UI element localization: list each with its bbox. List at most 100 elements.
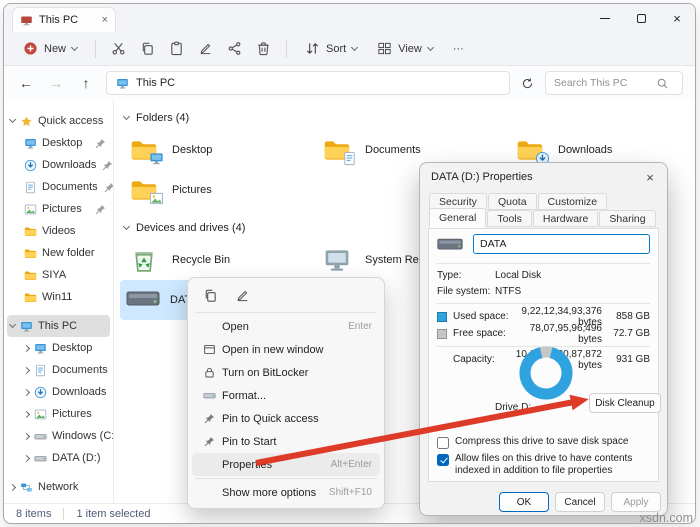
menu-item-pin-to-start[interactable]: Pin to Start: [192, 430, 380, 453]
sidebar-item-downloads[interactable]: Downloads: [7, 154, 110, 176]
folder-icon: [24, 247, 37, 260]
tile-label: Downloads: [558, 144, 612, 156]
close-button[interactable]: ×: [659, 4, 695, 32]
tab-quota[interactable]: Quota: [488, 193, 537, 210]
menu-item-pin-to-quick-access[interactable]: Pin to Quick access: [192, 407, 380, 430]
compress-checkbox-row: Compress this drive to save disk space: [437, 436, 652, 449]
copy-button[interactable]: [134, 36, 161, 62]
sidebar-item-this-pc[interactable]: This PC: [7, 315, 110, 337]
address-bar[interactable]: This PC: [106, 71, 510, 95]
downloads-icon: [34, 386, 47, 399]
sidebar-item-data-d[interactable]: DATA (D:): [7, 447, 110, 469]
device-tile-recycle-bin[interactable]: Recycle Bin: [120, 240, 313, 280]
disk-cleanup-button[interactable]: Disk Cleanup: [589, 393, 661, 413]
sidebar-item-new-folder[interactable]: New folder: [7, 242, 110, 264]
menu-item-turn-on-bitlocker[interactable]: Turn on BitLocker: [192, 361, 380, 384]
menu-item-format[interactable]: Format...: [192, 384, 380, 407]
section-header-folders[interactable]: Folders (4): [124, 112, 695, 124]
folder-tile-desktop[interactable]: Desktop: [120, 130, 313, 170]
sidebar-item-pc-documents[interactable]: Documents: [7, 359, 110, 381]
navigation-bar: ← → ↑ This PC: [4, 66, 695, 100]
sidebar-item-network[interactable]: Network: [7, 476, 110, 498]
sidebar-item-pictures[interactable]: Pictures: [7, 198, 110, 220]
menu-item-open-new-window[interactable]: Open in new window: [192, 338, 380, 361]
sidebar-item-videos[interactable]: Videos: [7, 220, 110, 242]
sort-button[interactable]: Sort: [296, 36, 366, 62]
delete-button[interactable]: [250, 36, 277, 62]
maximize-button[interactable]: [623, 4, 659, 32]
refresh-button[interactable]: [520, 70, 535, 96]
divider: [7, 469, 110, 476]
folder-icon: [24, 291, 37, 304]
rename-icon: [235, 288, 250, 303]
forward-button[interactable]: →: [46, 75, 66, 91]
back-button[interactable]: ←: [16, 75, 36, 91]
sidebar-item-pc-pictures[interactable]: Pictures: [7, 403, 110, 425]
sort-button-label: Sort: [326, 43, 346, 55]
paste-button[interactable]: [163, 36, 190, 62]
rename-button[interactable]: [228, 283, 256, 307]
type-row: Type: Local Disk: [437, 269, 650, 282]
dialog-titlebar: DATA (D:) Properties ×: [420, 163, 667, 191]
network-icon: [20, 481, 33, 494]
minimize-button[interactable]: [587, 4, 623, 32]
tab-hardware[interactable]: Hardware: [533, 210, 599, 227]
divider: [63, 508, 64, 520]
sidebar-item-pc-desktop[interactable]: Desktop: [7, 337, 110, 359]
sidebar-item-label: Documents: [42, 181, 98, 193]
menu-item-shortcut: Enter: [348, 321, 372, 332]
volume-label-input[interactable]: [473, 234, 650, 254]
more-options-button[interactable]: ···: [444, 36, 473, 62]
tile-label: Pictures: [172, 184, 212, 196]
tab-close-icon[interactable]: ×: [102, 14, 108, 26]
view-button[interactable]: View: [368, 36, 442, 62]
address-location: This PC: [136, 77, 175, 89]
cancel-button[interactable]: Cancel: [555, 492, 605, 512]
chevron-down-icon: [9, 116, 16, 123]
free-space-size: 72.7 GB: [602, 328, 650, 339]
copy-button[interactable]: [196, 283, 224, 307]
menu-item-properties[interactable]: Properties Alt+Enter: [192, 453, 380, 476]
dialog-close-button[interactable]: ×: [633, 163, 667, 191]
tab-general[interactable]: General: [429, 208, 486, 228]
cut-button[interactable]: [105, 36, 132, 62]
used-space-swatch: [437, 312, 447, 322]
sidebar-item-siya[interactable]: SIYA: [7, 264, 110, 286]
pin-icon: [196, 435, 222, 448]
ok-button[interactable]: OK: [499, 492, 549, 512]
menu-item-open[interactable]: Open Enter: [192, 315, 380, 338]
tab-tools[interactable]: Tools: [487, 210, 532, 227]
drive-letter-label: Drive D:: [495, 402, 565, 413]
sidebar-item-desktop[interactable]: Desktop: [7, 132, 110, 154]
menu-item-label: Show more options: [222, 487, 329, 499]
tab-customize[interactable]: Customize: [538, 193, 608, 210]
search-box[interactable]: [545, 71, 683, 95]
search-input[interactable]: [554, 77, 650, 89]
sidebar-item-quick-access[interactable]: Quick access: [7, 110, 110, 132]
sidebar-item-windows-c[interactable]: Windows (C:): [7, 425, 110, 447]
rename-button[interactable]: [192, 36, 219, 62]
used-space-row: Used space: 9,22,12,34,93,376 bytes 858 …: [437, 310, 650, 323]
share-button[interactable]: [221, 36, 248, 62]
drive-letter-text: Drive D:: [495, 402, 531, 413]
compress-checkbox[interactable]: [437, 437, 449, 449]
folder-icon: [24, 269, 37, 282]
apply-button[interactable]: Apply: [611, 492, 661, 512]
new-button[interactable]: New: [14, 36, 86, 62]
sidebar-item-pc-downloads[interactable]: Downloads: [7, 381, 110, 403]
chevron-right-icon: [23, 366, 30, 373]
system-monitor-icon: [319, 246, 355, 274]
index-checkbox[interactable]: [437, 454, 449, 466]
menu-item-show-more-options[interactable]: Show more options Shift+F10: [192, 481, 380, 504]
folder-tile-pictures[interactable]: Pictures: [120, 170, 313, 210]
up-button[interactable]: ↑: [76, 75, 96, 91]
free-space-bytes: 78,07,95,96,496 bytes: [511, 323, 602, 345]
tab-this-pc[interactable]: This PC ×: [12, 7, 116, 32]
sidebar-item-documents[interactable]: Documents: [7, 176, 110, 198]
sidebar-item-label: Videos: [42, 225, 75, 237]
chevron-right-icon: [23, 432, 30, 439]
section-header-label: Devices and drives (4): [136, 222, 245, 234]
menu-item-label: Properties: [222, 459, 331, 471]
tab-sharing[interactable]: Sharing: [599, 210, 655, 227]
sidebar-item-win11[interactable]: Win11: [7, 286, 110, 308]
